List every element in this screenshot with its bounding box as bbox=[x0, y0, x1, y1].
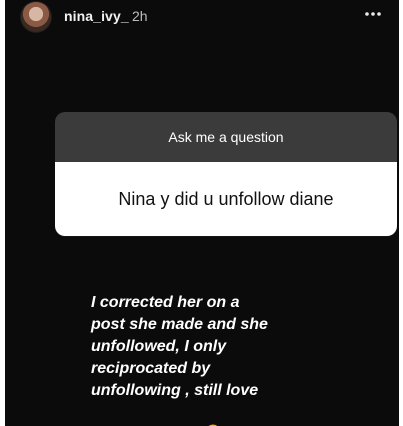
question-sticker-title: Ask me a question bbox=[55, 112, 397, 162]
post-time: 2h bbox=[132, 8, 148, 24]
profile-avatar[interactable] bbox=[21, 2, 51, 32]
question-sticker: Ask me a question Nina y did u unfollow … bbox=[55, 112, 397, 236]
more-options-icon[interactable] bbox=[361, 2, 385, 26]
story-header: nina_ivy_ 2h bbox=[5, 0, 399, 34]
story-reply-text: I corrected her on a post she made and s… bbox=[91, 270, 391, 426]
instagram-story[interactable]: nina_ivy_ 2h Ask me a question Nina y di… bbox=[5, 0, 399, 426]
more-horizontal-icon bbox=[365, 12, 381, 16]
screenshot-frame: nina_ivy_ 2h Ask me a question Nina y di… bbox=[0, 0, 403, 426]
smiling-face-with-hearts-icon bbox=[205, 402, 221, 426]
reply-text: I corrected her on a post she made and s… bbox=[91, 294, 268, 426]
question-sticker-answer: Nina y did u unfollow diane bbox=[55, 162, 397, 236]
username[interactable]: nina_ivy_ bbox=[64, 8, 129, 24]
